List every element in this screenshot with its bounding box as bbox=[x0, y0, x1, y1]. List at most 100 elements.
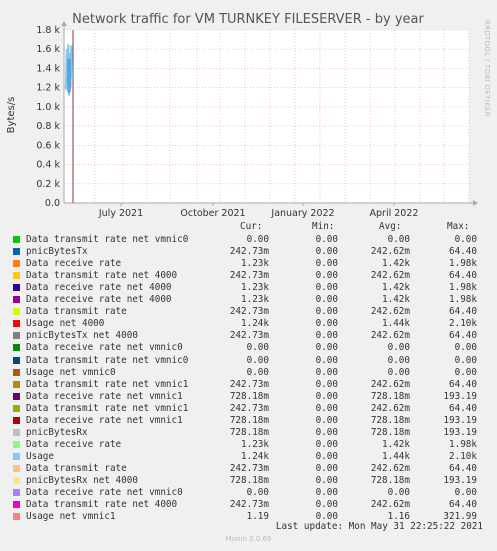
legend-series-name: Usage net vmnic0 bbox=[26, 366, 116, 378]
legend-series-name: Data transmit rate net vmnic1 bbox=[26, 402, 189, 414]
legend-value-max: 0.00 bbox=[454, 487, 477, 499]
legend-value-cur: 0.00 bbox=[246, 487, 269, 499]
legend-value-cur: 1.23k bbox=[241, 282, 269, 294]
legend-value-cur: 242.73m bbox=[229, 270, 269, 282]
x-tick-label: April 2022 bbox=[370, 208, 419, 219]
legend-series-name: Data receive rate bbox=[26, 258, 122, 270]
legend-series-name: Data receive rate net vmnic0 bbox=[26, 487, 183, 499]
legend-item: Data receive rate net 4000 1.23k 0.00 1.42k… bbox=[0, 282, 497, 294]
legend-value-max: 1.98k bbox=[449, 282, 477, 294]
legend-value-min: 0.00 bbox=[315, 414, 338, 426]
legend-value-min: 0.00 bbox=[315, 282, 338, 294]
legend-value-min: 0.00 bbox=[315, 487, 338, 499]
legend-swatch bbox=[13, 380, 20, 388]
series-overlap-band bbox=[67, 58, 71, 93]
y-tick-label: 1.8 k bbox=[36, 25, 60, 36]
legend-series-name: Data receive rate net 4000 bbox=[26, 282, 172, 294]
legend-swatch bbox=[13, 284, 20, 292]
y-tick-label: 0.6 k bbox=[36, 140, 60, 151]
y-axis-label: Bytes/s bbox=[6, 97, 17, 134]
legend-series-name: Data receive rate bbox=[26, 438, 122, 450]
legend-item: pnicBytesRx net 4000 728.18m 0.00 728.18m 19… bbox=[0, 475, 497, 487]
legend-item: Data transmit rate net vmnic1 242.73m 0.00… bbox=[0, 379, 497, 391]
y-tick-label: 0.2 k bbox=[36, 179, 60, 190]
legend-item: Data receive rate net 4000 1.23k 0.00 1.42k… bbox=[0, 294, 497, 306]
legend-value-cur: 1.24k bbox=[241, 450, 269, 462]
legend-value-cur: 242.73m bbox=[229, 499, 269, 511]
legend-swatch bbox=[13, 452, 20, 460]
legend-value-min: 0.00 bbox=[315, 318, 338, 330]
legend-swatch bbox=[13, 356, 20, 364]
legend-value-min: 0.00 bbox=[315, 475, 338, 486]
legend-header-min: Min: bbox=[312, 221, 335, 232]
legend-value-cur: 1.23k bbox=[241, 438, 269, 450]
legend-swatch bbox=[13, 392, 20, 400]
y-tick-label: 1.2 k bbox=[36, 83, 60, 94]
x-tick-label: July 2021 bbox=[98, 208, 143, 219]
legend-value-min: 0.00 bbox=[315, 378, 338, 390]
legend-value-max: 1.98k bbox=[449, 258, 477, 270]
legend-series-name: Usage net 4000 bbox=[26, 318, 105, 330]
legend-swatch bbox=[13, 320, 20, 328]
legend-header-cur: Cur: bbox=[240, 221, 263, 232]
legend-swatch bbox=[13, 501, 20, 509]
legend-value-max: 193.19 bbox=[443, 390, 477, 402]
last-update: Last update: Mon May 31 22:25:22 2021 bbox=[275, 521, 483, 532]
plot-area: 0.0 0.2 k 0.4 k 0.6 k 0.8 k 1.0 k 1.2 k 1.4 k 1.… bbox=[36, 21, 478, 219]
legend-value-max: 64.40 bbox=[449, 499, 477, 511]
legend-value-max: 64.40 bbox=[449, 306, 477, 318]
legend-series-name: pnicBytesRx bbox=[26, 426, 88, 438]
plot-background bbox=[64, 30, 469, 203]
legend-series-name: Data transmit rate net vmnic0 bbox=[26, 234, 189, 245]
legend-swatch bbox=[13, 489, 20, 497]
legend-item: Data receive rate 1.23k 0.00 1.42k 1.98k bbox=[0, 439, 497, 451]
legend-series-name: Data transmit rate bbox=[26, 306, 127, 318]
legend-value-max: 64.40 bbox=[449, 270, 477, 282]
y-axis-arrow bbox=[61, 21, 67, 26]
y-tick-label: 1.6 k bbox=[36, 44, 60, 55]
legend-value-max: 193.19 bbox=[443, 414, 477, 426]
legend-swatch bbox=[13, 428, 20, 436]
y-tick-label: 0.4 k bbox=[36, 160, 60, 171]
legend-value-min: 0.00 bbox=[315, 306, 338, 318]
legend-value-cur: 728.18m bbox=[229, 426, 269, 438]
legend-swatch bbox=[13, 332, 20, 340]
legend-value-min: 0.00 bbox=[315, 270, 338, 282]
legend-value-max: 64.40 bbox=[449, 462, 477, 474]
chart: Network traffic for VM TURNKEY FILESERVE… bbox=[6, 12, 491, 219]
legend-series-name: Data transmit rate net vmnic1 bbox=[26, 378, 189, 390]
legend-value-max: 0.00 bbox=[454, 342, 477, 354]
legend-swatch bbox=[13, 248, 20, 256]
legend-item: Data transmit rate 242.73m 0.00 242.62m 64.4… bbox=[0, 306, 497, 318]
legend-item: pnicBytesTx net 4000 242.73m 0.00 242.62m 64… bbox=[0, 330, 497, 342]
legend-value-max: 0.00 bbox=[454, 234, 477, 245]
legend-swatch bbox=[13, 272, 20, 280]
legend-series-name: Usage net vmnic1 bbox=[26, 511, 116, 523]
legend-value-min: 0.00 bbox=[315, 234, 338, 245]
legend-item: Usage net 4000 1.24k 0.00 1.44k 2.10k bbox=[0, 318, 497, 330]
legend-item: Usage 1.24k 0.00 1.44k 2.10k bbox=[0, 451, 497, 463]
legend-item: pnicBytesRx 728.18m 0.00 728.18m 193.19 bbox=[0, 427, 497, 439]
legend-swatch bbox=[13, 477, 20, 484]
y-tick-label: 1.0 k bbox=[36, 102, 60, 113]
legend-value-max: 64.40 bbox=[449, 246, 477, 258]
legend-series-name: Data transmit rate bbox=[26, 462, 127, 474]
legend-value-cur: 728.18m bbox=[229, 475, 269, 486]
legend-series-name: Data receive rate net vmnic1 bbox=[26, 390, 183, 402]
legend-item: Data receive rate net vmnic0 0.00 0.00 0.00… bbox=[0, 342, 497, 354]
legend-value-min: 0.00 bbox=[315, 390, 338, 402]
legend-item: Data transmit rate net vmnic0 0.00 0.00 0.0… bbox=[0, 234, 497, 246]
legend-value-max: 2.10k bbox=[449, 318, 477, 330]
legend-value-min: 0.00 bbox=[315, 426, 338, 438]
legend-value-cur: 242.73m bbox=[229, 378, 269, 390]
legend-value-cur: 728.18m bbox=[229, 390, 269, 402]
legend-swatch bbox=[13, 308, 20, 316]
legend-swatch bbox=[13, 296, 20, 304]
legend-value-cur: 242.73m bbox=[229, 462, 269, 474]
legend-value-cur: 728.18m bbox=[229, 414, 269, 426]
legend-header-avg: Avg: bbox=[379, 221, 402, 232]
legend-value-max: 64.40 bbox=[449, 378, 477, 390]
legend-value-min: 0.00 bbox=[315, 294, 338, 306]
legend-value-max: 0.00 bbox=[454, 366, 477, 378]
legend-series-name: pnicBytesRx net 4000 bbox=[26, 475, 138, 486]
